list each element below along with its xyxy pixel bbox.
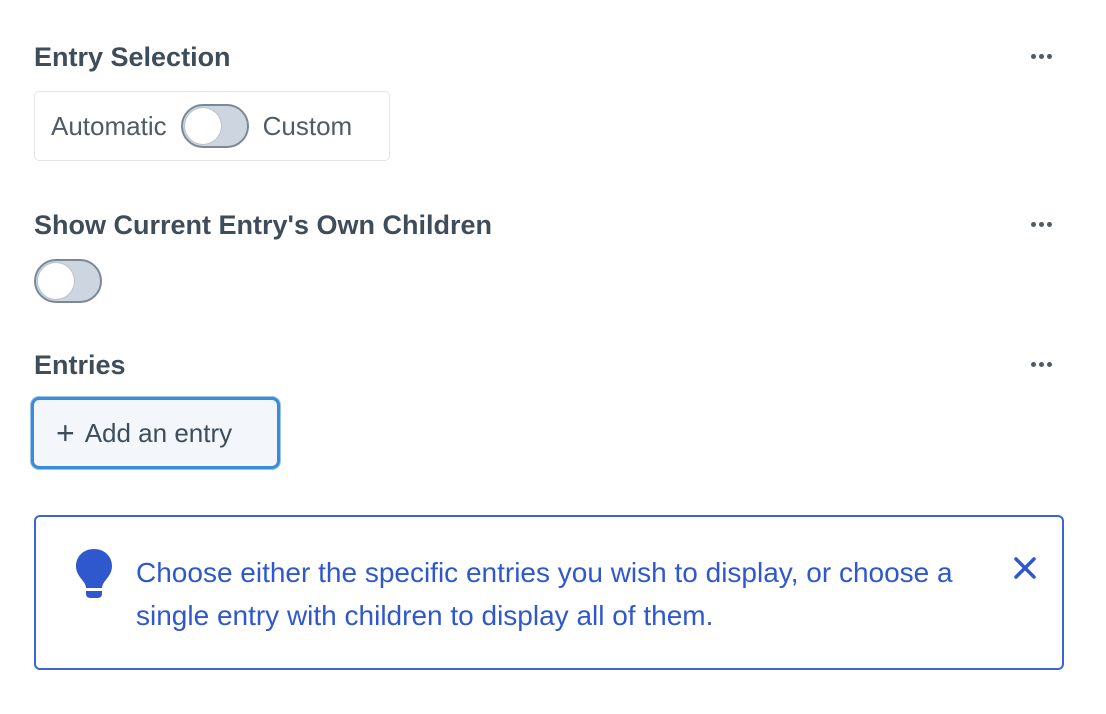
tip-notice: Choose either the specific entries you w… (34, 515, 1064, 670)
show-children-more-button[interactable] (1026, 214, 1056, 234)
dot-icon (1046, 53, 1052, 59)
plus-icon: + (56, 415, 75, 451)
entry-selection-switch-group: Automatic Custom (34, 91, 390, 161)
lightbulb-icon (76, 549, 112, 598)
entry-selection-toggle[interactable] (180, 104, 249, 148)
close-icon[interactable] (1010, 553, 1040, 583)
dot-icon (1038, 221, 1044, 227)
entry-selection-heading: Entry Selection (34, 42, 231, 72)
automatic-label: Automatic (51, 110, 167, 141)
dot-icon (1038, 53, 1044, 59)
dot-icon (1046, 361, 1052, 367)
toggle-knob (184, 108, 221, 144)
add-entry-label: Add an entry (84, 417, 233, 448)
custom-label: Custom (262, 110, 353, 141)
entry-selection-more-button[interactable] (1026, 46, 1056, 66)
dot-icon (1030, 53, 1036, 59)
entries-more-button[interactable] (1026, 354, 1056, 374)
dot-icon (1030, 221, 1036, 227)
tip-notice-text: Choose either the specific entries you w… (136, 557, 953, 631)
dot-icon (1046, 221, 1052, 227)
dot-icon (1038, 361, 1044, 367)
toggle-knob (38, 263, 74, 299)
dot-icon (1030, 361, 1036, 367)
show-children-toggle[interactable] (34, 259, 102, 303)
entries-heading: Entries (34, 350, 126, 380)
show-children-heading: Show Current Entry's Own Children (34, 210, 492, 240)
add-entry-button[interactable]: + Add an entry (31, 397, 280, 469)
